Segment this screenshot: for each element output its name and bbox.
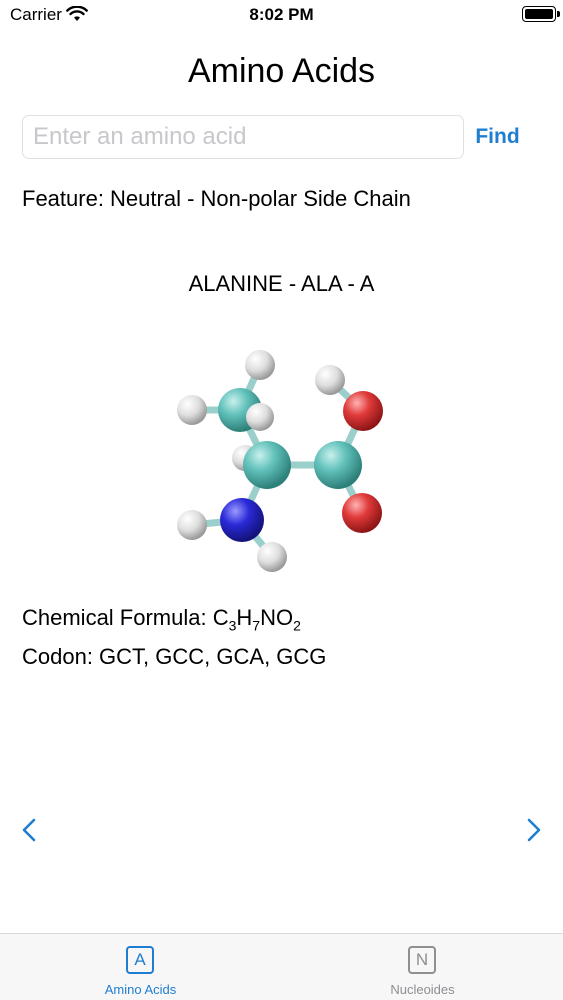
clock: 8:02 PM (249, 5, 314, 24)
chevron-right-icon[interactable] (518, 815, 548, 845)
formula-label: Chemical Formula: (22, 605, 213, 630)
page-title: Amino Acids (187, 52, 376, 90)
tab-amino-acids[interactable]: A Amino Acids (0, 934, 281, 1000)
find-button[interactable]: Find (470, 122, 525, 152)
tab-bar: A Amino Acids N Nucleoides (0, 933, 563, 1000)
formula-element: NO (260, 605, 294, 630)
amino-acid-heading: ALANINE - ALA - A (188, 271, 375, 296)
formula-element: H (236, 605, 253, 630)
feature-label: Feature: Neutral - Non-polar Side Chain (22, 186, 411, 211)
chevron-left-icon[interactable] (15, 815, 45, 845)
codon-list: Codon: GCT, GCC, GCA, GCG (22, 644, 327, 669)
screen: Carrier 8:02 PM Amino Acids Find Feature… (0, 0, 563, 1000)
tab-nucleoides[interactable]: N Nucleoides (282, 934, 563, 1000)
chemical-formula: Chemical Formula: C3H7NO2 (22, 605, 301, 633)
status-bar: Carrier 8:02 PM (0, 0, 563, 30)
battery-icon (522, 6, 556, 22)
nucleoides-tab-icon: N (408, 946, 436, 974)
amino-acid-search-input[interactable] (22, 115, 464, 159)
battery-fill (525, 9, 553, 19)
tab-label: Nucleoides (390, 982, 455, 997)
battery-cap (557, 11, 560, 17)
formula-element: C (212, 605, 229, 630)
alanine-molecule-model (177, 350, 383, 572)
formula-subscript: 2 (293, 617, 301, 634)
formula-subscript: 7 (252, 617, 261, 634)
amino-acids-tab-icon: A (126, 946, 154, 974)
tab-label: Amino Acids (104, 982, 177, 997)
